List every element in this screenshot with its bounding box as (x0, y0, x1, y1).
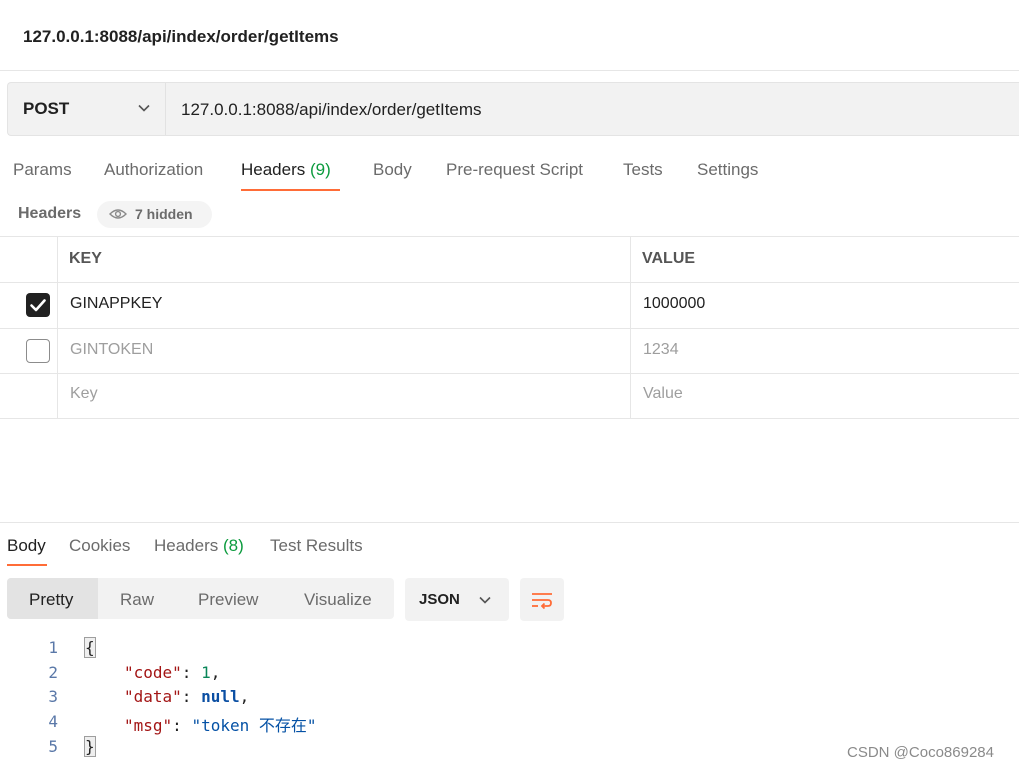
json-value: null (201, 687, 240, 706)
chevron-down-icon (479, 596, 491, 604)
column-header-key: KEY (69, 250, 102, 267)
method-select[interactable]: POST (23, 99, 69, 119)
response-tab-headers-label: Headers (154, 536, 219, 555)
table-col-divider (630, 236, 631, 418)
tab-tests[interactable]: Tests (623, 160, 663, 180)
header-value-cell[interactable]: 1234 (643, 341, 679, 359)
headers-section-label: Headers (18, 205, 82, 222)
tab-headers[interactable]: Headers (9) (241, 160, 331, 180)
json-value: 1 (201, 663, 211, 682)
view-raw-button[interactable]: Raw (120, 590, 154, 610)
header-key-cell[interactable]: GINTOKEN (70, 341, 153, 359)
response-tab-test-results[interactable]: Test Results (270, 536, 363, 556)
wrap-lines-icon (532, 593, 552, 610)
response-active-tab-indicator (7, 564, 47, 566)
tab-pre-request-script[interactable]: Pre-request Script (446, 160, 583, 180)
line-number: 4 (48, 712, 58, 731)
header-value-cell[interactable]: 1000000 (643, 295, 705, 313)
response-divider (0, 522, 1019, 523)
hidden-headers-count: 7 hidden (135, 206, 193, 222)
table-border-bottom (0, 418, 1019, 419)
json-key: "data" (124, 687, 182, 706)
format-select-label: JSON (419, 591, 460, 608)
response-tab-cookies[interactable]: Cookies (69, 536, 130, 556)
json-key: "code" (124, 663, 182, 682)
code-line: { (84, 637, 96, 658)
json-close-brace: } (84, 736, 96, 757)
tab-headers-label: Headers (241, 160, 306, 179)
chevron-down-icon[interactable] (137, 101, 151, 115)
method-url-separator (165, 83, 166, 135)
json-value: "token 不存在" (191, 716, 317, 735)
tab-authorization[interactable]: Authorization (104, 160, 203, 180)
request-bar (7, 82, 1019, 136)
tab-body[interactable]: Body (373, 160, 412, 180)
new-value-input[interactable]: Value (643, 385, 683, 403)
code-line: } (84, 736, 96, 757)
column-header-value: VALUE (642, 250, 696, 267)
view-preview-button[interactable]: Preview (198, 590, 258, 610)
line-number: 5 (48, 737, 58, 756)
table-row-divider (0, 373, 1019, 374)
new-key-input[interactable]: Key (70, 385, 98, 403)
view-pretty-button[interactable]: Pretty (29, 590, 73, 610)
code-line: "data": null, (124, 687, 250, 706)
header-key-cell[interactable]: GINAPPKEY (70, 295, 162, 313)
line-number: 3 (48, 687, 58, 706)
json-open-brace: { (84, 637, 96, 658)
row-checkbox-unchecked[interactable] (26, 339, 50, 363)
url-input[interactable]: 127.0.0.1:8088/api/index/order/getItems (181, 100, 482, 120)
page-title: 127.0.0.1:8088/api/index/order/getItems (23, 27, 339, 46)
table-row-divider (0, 282, 1019, 283)
table-border-top (0, 236, 1019, 237)
checkmark-icon (30, 299, 46, 312)
tab-settings[interactable]: Settings (697, 160, 758, 180)
watermark: CSDN @Coco869284 (847, 744, 994, 761)
view-visualize-button[interactable]: Visualize (304, 590, 372, 610)
code-line: "msg": "token 不存在" (124, 716, 317, 735)
eye-icon (109, 209, 127, 219)
tab-params[interactable]: Params (13, 160, 72, 180)
code-line: "code": 1, (124, 663, 221, 682)
table-col-divider (57, 236, 58, 418)
row-checkbox-checked[interactable] (26, 293, 50, 317)
table-row-divider (0, 328, 1019, 329)
tab-headers-count: (9) (310, 160, 331, 179)
title-divider (0, 70, 1019, 71)
response-tab-headers-count: (8) (223, 536, 244, 555)
line-number: 1 (48, 638, 58, 657)
line-number: 2 (48, 663, 58, 682)
json-key: "msg" (124, 716, 173, 735)
response-tab-body[interactable]: Body (7, 536, 46, 556)
response-tab-headers[interactable]: Headers (8) (154, 536, 244, 556)
active-tab-indicator (241, 189, 340, 191)
